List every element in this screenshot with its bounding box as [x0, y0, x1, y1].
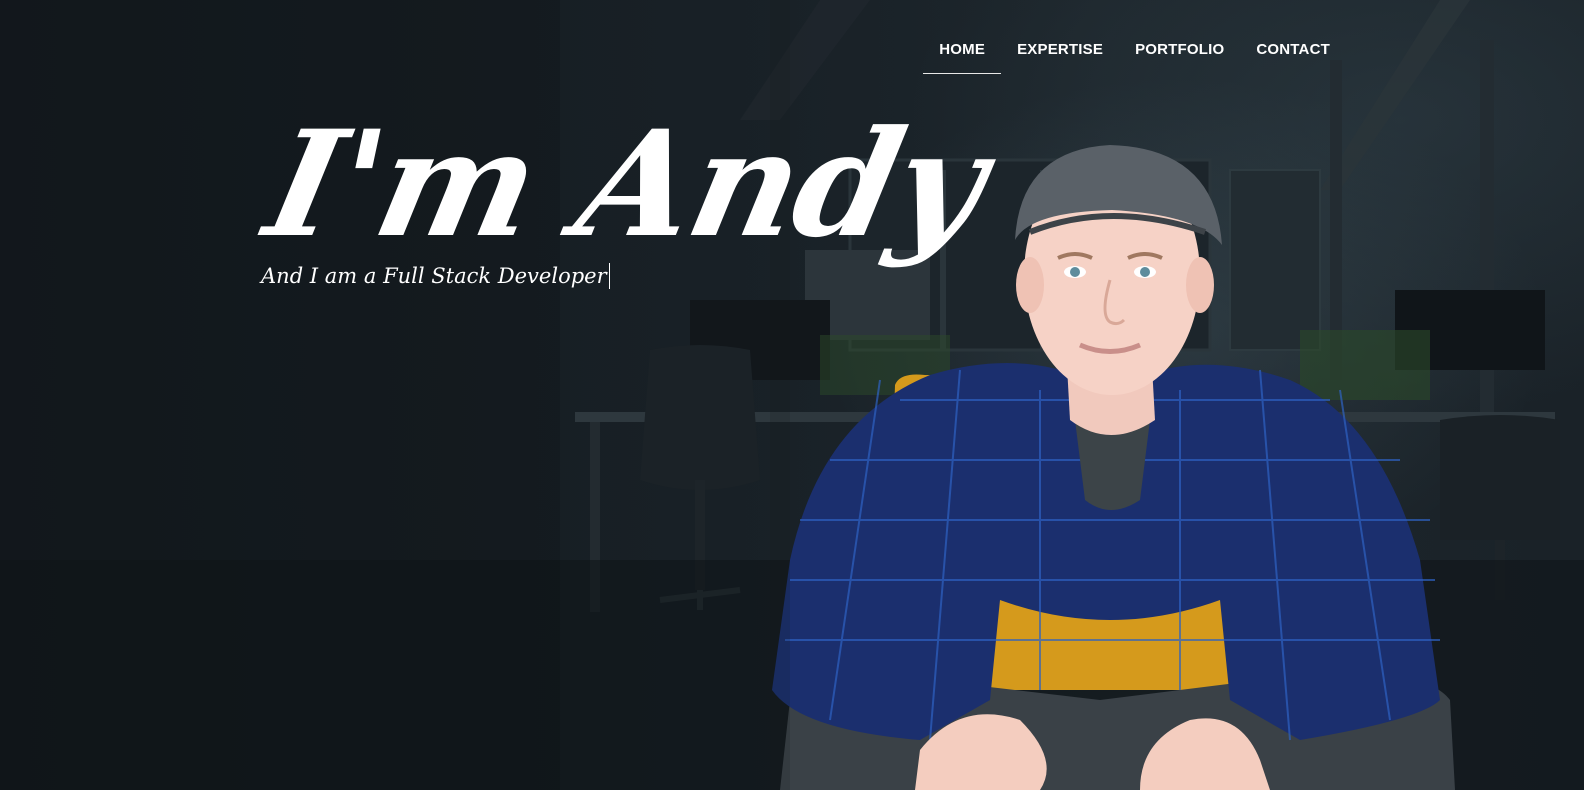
- main-nav: HOME EXPERTISE PORTFOLIO CONTACT: [923, 30, 1346, 74]
- nav-contact-link[interactable]: CONTACT: [1240, 30, 1346, 74]
- nav-home-link[interactable]: HOME: [923, 30, 1001, 74]
- typing-caret: [608, 263, 610, 289]
- nav-portfolio-link[interactable]: PORTFOLIO: [1119, 30, 1240, 74]
- hero-tagline: And I am a Full Stack Developer: [261, 264, 607, 288]
- hero-section: HOME EXPERTISE PORTFOLIO CONTACT I'm And…: [0, 0, 1584, 790]
- hero-headline: I'm Andy: [253, 99, 999, 270]
- hero-tagline-container: And I am a Full Stack Developer: [261, 263, 610, 289]
- nav-expertise-link[interactable]: EXPERTISE: [1001, 30, 1119, 74]
